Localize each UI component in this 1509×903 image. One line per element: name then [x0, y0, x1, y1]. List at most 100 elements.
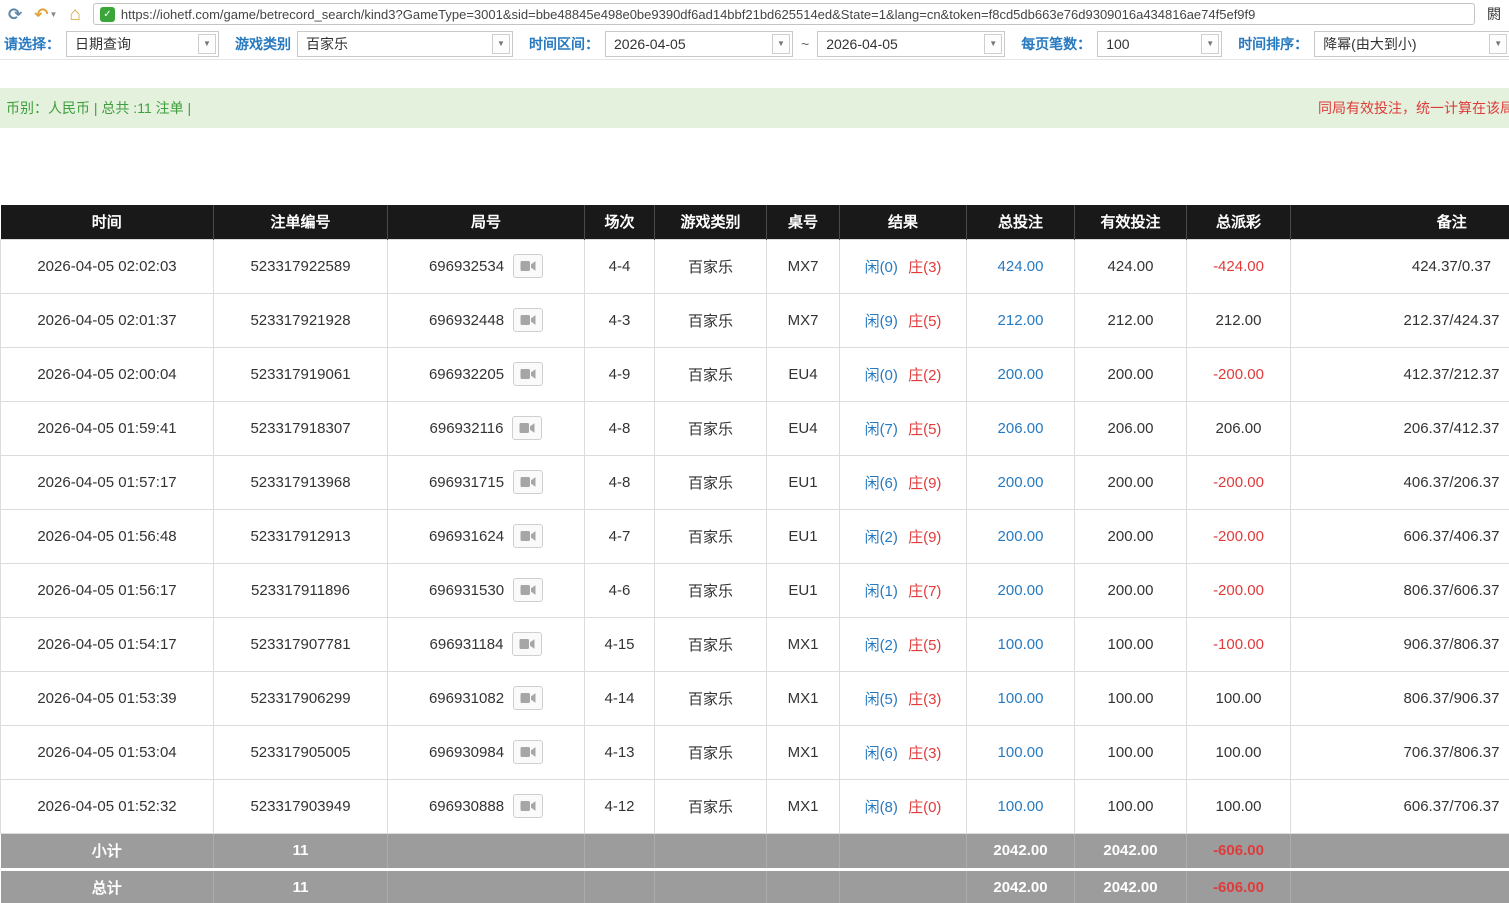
cell-round: 696930984	[388, 725, 585, 779]
summary-bar: 币别：人民币 | 总共 :11 注单 | 同局有效投注，统一计算在该局	[0, 88, 1509, 128]
cell-time: 2026-04-05 02:00:04	[1, 347, 214, 401]
cell-session: 4-4	[585, 239, 655, 293]
cell-total-bet[interactable]: 424.00	[967, 239, 1075, 293]
player-result: 闲(1)	[865, 583, 898, 600]
cell-table: EU1	[767, 563, 840, 617]
video-replay-icon[interactable]	[513, 740, 543, 764]
video-replay-icon[interactable]	[513, 254, 543, 278]
cell-time: 2026-04-05 01:56:17	[1, 563, 214, 617]
video-replay-icon[interactable]	[513, 578, 543, 602]
cell-total-bet[interactable]: 100.00	[967, 725, 1075, 779]
subtotal-valid-bet: 2042.00	[1075, 833, 1187, 869]
cell-session: 4-13	[585, 725, 655, 779]
bet-records-section: 时间 注单编号 局号 场次 游戏类别 桌号 结果 总投注 有效投注 总派彩 备注…	[0, 205, 1509, 903]
chevron-down-icon[interactable]: ▼	[1201, 34, 1219, 54]
round-number: 696930984	[429, 744, 504, 761]
table-row: 2026-04-05 01:57:17 523317913968 6969317…	[1, 455, 1509, 509]
player-result: 闲(2)	[865, 529, 898, 546]
player-result: 闲(9)	[865, 313, 898, 330]
browser-window: ⟳ ↶ ▼ ⌂ ✓ https://iohetf.com/game/betrec…	[0, 0, 1509, 903]
secure-shield-icon: ✓	[100, 7, 115, 22]
video-replay-icon[interactable]	[512, 632, 542, 656]
cell-total-bet[interactable]: 200.00	[967, 455, 1075, 509]
cell-total-bet[interactable]: 100.00	[967, 779, 1075, 833]
cell-total-bet[interactable]: 200.00	[967, 347, 1075, 401]
cell-result: 闲(9) 庄(5)	[840, 293, 967, 347]
cell-game-type: 百家乐	[655, 293, 767, 347]
video-replay-icon[interactable]	[512, 416, 542, 440]
cell-game-type: 百家乐	[655, 563, 767, 617]
cell-bet-id: 523317919061	[214, 347, 388, 401]
grand-total-valid-bet: 2042.00	[1075, 869, 1187, 903]
cell-game-type: 百家乐	[655, 617, 767, 671]
undo-caret-icon[interactable]: ▼	[50, 10, 58, 19]
cell-bet-id: 523317918307	[214, 401, 388, 455]
bet-records-table: 时间 注单编号 局号 场次 游戏类别 桌号 结果 总投注 有效投注 总派彩 备注…	[0, 205, 1509, 903]
cell-total-bet[interactable]: 100.00	[967, 671, 1075, 725]
cell-total-bet[interactable]: 200.00	[967, 509, 1075, 563]
subtotal-payout: -606.00	[1187, 833, 1291, 869]
subtotal-total-bet: 2042.00	[967, 833, 1075, 869]
cell-time: 2026-04-05 01:52:32	[1, 779, 214, 833]
video-replay-icon[interactable]	[513, 524, 543, 548]
cell-session: 4-8	[585, 401, 655, 455]
video-replay-icon[interactable]	[513, 470, 543, 494]
refresh-icon[interactable]: ⟳	[8, 6, 22, 23]
browser-toolbar: ⟳ ↶ ▼ ⌂ ✓ https://iohetf.com/game/betrec…	[0, 0, 1509, 28]
cell-total-bet[interactable]: 100.00	[967, 617, 1075, 671]
game-type-select[interactable]: 百家乐 ▼	[297, 31, 513, 57]
home-icon[interactable]: ⌂	[69, 5, 80, 24]
cell-total-bet[interactable]: 206.00	[967, 401, 1075, 455]
time-sort-select[interactable]: 降幂(由大到小) ▼	[1314, 31, 1509, 57]
date-from-select[interactable]: 2026-04-05 ▼	[605, 31, 793, 57]
cell-round: 696931715	[388, 455, 585, 509]
cell-valid-bet: 100.00	[1075, 617, 1187, 671]
game-type-label: 游戏类别	[235, 34, 291, 54]
cell-game-type: 百家乐	[655, 347, 767, 401]
page-size-select[interactable]: 100 ▼	[1097, 31, 1222, 57]
table-header-row: 时间 注单编号 局号 场次 游戏类别 桌号 结果 总投注 有效投注 总派彩 备注	[1, 205, 1509, 239]
chevron-down-icon[interactable]: ▼	[1489, 34, 1507, 54]
cell-payout: 100.00	[1187, 725, 1291, 779]
video-replay-icon[interactable]	[513, 362, 543, 386]
query-type-label: 请选择：	[4, 34, 60, 54]
query-type-select[interactable]: 日期查询 ▼	[66, 31, 219, 57]
address-suffix-text: 閼	[1487, 4, 1501, 24]
col-game-type: 游戏类别	[655, 205, 767, 239]
chevron-down-icon[interactable]: ▼	[198, 34, 216, 54]
col-note: 备注	[1291, 205, 1509, 239]
chevron-down-icon[interactable]: ▼	[984, 34, 1002, 54]
cell-bet-id: 523317907781	[214, 617, 388, 671]
chevron-down-icon[interactable]: ▼	[772, 34, 790, 54]
cell-valid-bet: 200.00	[1075, 509, 1187, 563]
date-to-value: 2026-04-05	[818, 36, 982, 52]
video-replay-icon[interactable]	[513, 308, 543, 332]
cell-valid-bet: 100.00	[1075, 779, 1187, 833]
cell-note: 706.37/806.37	[1291, 725, 1509, 779]
cell-total-bet[interactable]: 200.00	[967, 563, 1075, 617]
cell-round: 696932448	[388, 293, 585, 347]
video-replay-icon[interactable]	[513, 686, 543, 710]
cell-result: 闲(2) 庄(5)	[840, 617, 967, 671]
subtotal-count: 11	[214, 833, 388, 869]
chevron-down-icon[interactable]: ▼	[492, 34, 510, 54]
cell-round: 696931624	[388, 509, 585, 563]
banker-result: 庄(3)	[908, 745, 941, 762]
player-result: 闲(5)	[865, 691, 898, 708]
banker-result: 庄(2)	[908, 367, 941, 384]
url-text[interactable]: https://iohetf.com/game/betrecord_search…	[121, 7, 1255, 22]
date-to-select[interactable]: 2026-04-05 ▼	[817, 31, 1005, 57]
banker-result: 庄(3)	[908, 259, 941, 276]
address-bar[interactable]: ✓ https://iohetf.com/game/betrecord_sear…	[93, 3, 1475, 25]
table-row: 2026-04-05 01:56:17 523317911896 6969315…	[1, 563, 1509, 617]
cell-bet-id: 523317905005	[214, 725, 388, 779]
table-row: 2026-04-05 01:56:48 523317912913 6969316…	[1, 509, 1509, 563]
cell-time: 2026-04-05 02:02:03	[1, 239, 214, 293]
cell-total-bet[interactable]: 212.00	[967, 293, 1075, 347]
video-replay-icon[interactable]	[513, 794, 543, 818]
grand-total-row: 总计 11 2042.00 2042.00 -606.00	[1, 869, 1509, 903]
cell-bet-id: 523317906299	[214, 671, 388, 725]
cell-payout: -424.00	[1187, 239, 1291, 293]
table-row: 2026-04-05 01:53:39 523317906299 6969310…	[1, 671, 1509, 725]
undo-button[interactable]: ↶ ▼	[34, 6, 57, 23]
